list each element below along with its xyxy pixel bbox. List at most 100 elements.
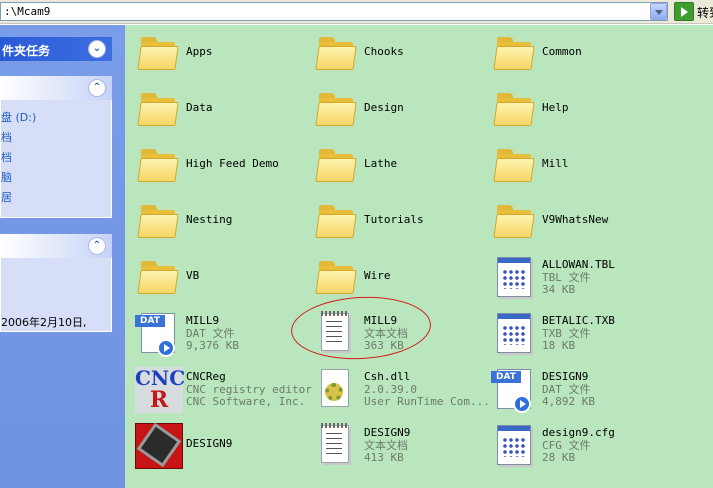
folder-item[interactable]: Design <box>307 83 485 135</box>
file-name: DESIGN9 <box>186 437 233 450</box>
cnc-registry-icon: CNC R <box>133 365 186 413</box>
folder-item[interactable]: Tutorials <box>307 195 485 247</box>
folder-item[interactable]: Chooks <box>307 27 485 79</box>
folder-icon <box>311 253 359 301</box>
panel-header-folder-tasks[interactable]: 件夹任务 ⌄ <box>0 37 112 61</box>
file-size: 363 KB <box>364 339 404 352</box>
file-name: BETALIC.TXB <box>542 314 615 327</box>
file-meta: High Feed Demo <box>186 157 279 171</box>
file-meta: Mill <box>542 157 569 171</box>
file-name: Data <box>186 101 213 114</box>
folder-icon <box>489 141 537 189</box>
folder-icon <box>489 197 537 245</box>
place-link-my-computer[interactable]: 脑 <box>1 168 111 188</box>
folder-item[interactable]: Mill <box>485 139 663 191</box>
cnc-logo-top: CNC <box>135 366 186 390</box>
file-meta: Csh.dll 2.0.39.0 User RunTime Com... <box>364 370 490 409</box>
file-item[interactable]: ALLOWAN.TBL TBL 文件 34 KB <box>485 251 663 303</box>
file-name: ALLOWAN.TBL <box>542 258 615 271</box>
file-name: Csh.dll <box>364 370 411 383</box>
file-name: DESIGN9 <box>364 426 411 439</box>
details-body: 2006年2月10日, <box>0 258 112 332</box>
file-item[interactable]: MILL9 文本文档 363 KB <box>307 307 485 359</box>
folder-icon <box>133 29 181 77</box>
folder-icon <box>311 29 359 77</box>
file-view: Apps Chooks Common Data Design Help High Feed … <box>125 25 713 488</box>
file-name: Wire <box>364 269 391 282</box>
file-name: Lathe <box>364 157 398 170</box>
file-meta: Wire <box>364 269 391 283</box>
folder-icon <box>489 85 537 133</box>
file-name: Common <box>542 45 582 58</box>
file-item[interactable]: CNC R CNCReg CNC registry editor CNC Softwar… <box>129 363 312 415</box>
place-link-documents[interactable]: 档 <box>1 128 111 148</box>
folder-icon <box>311 141 359 189</box>
go-arrow-icon[interactable] <box>674 2 694 21</box>
file-name: Apps <box>186 45 213 58</box>
panel-header-details[interactable]: ⌃ <box>0 234 112 258</box>
file-item[interactable]: DAT DESIGN9 DAT 文件 4,892 KB <box>485 363 663 415</box>
folder-item[interactable]: Apps <box>129 27 307 79</box>
file-name: V9WhatsNew <box>542 213 609 226</box>
folder-item[interactable]: Help <box>485 83 663 135</box>
task-pane: 件夹任务 ⌄ ⌃ 盘 (D:) 档 档 脑 居 ⌃ 2006年2月10日, <box>0 25 125 488</box>
details-date: 2006年2月10日, <box>1 316 87 329</box>
folder-icon <box>133 253 181 301</box>
file-item[interactable]: DAT MILL9 DAT 文件 9,376 KB <box>129 307 307 359</box>
place-link-drive-d[interactable]: 盘 (D:) <box>1 108 111 128</box>
address-input[interactable]: :\Mcam9 <box>0 2 668 21</box>
folder-icon <box>311 85 359 133</box>
file-meta: DESIGN9 文本文档 413 KB <box>364 426 411 465</box>
chevron-double-up-icon[interactable]: ⌃ <box>88 79 106 97</box>
file-name: Mill <box>542 157 569 170</box>
file-meta: Common <box>542 45 582 59</box>
chevron-double-up-icon[interactable]: ⌃ <box>88 237 106 255</box>
file-item[interactable]: DESIGN9 文本文档 413 KB <box>307 419 485 471</box>
place-link-shared-documents[interactable]: 档 <box>1 148 111 168</box>
design9-app-icon <box>133 421 183 469</box>
place-link-network[interactable]: 居 <box>1 188 111 208</box>
chevron-double-down-icon[interactable]: ⌄ <box>88 40 106 58</box>
file-item[interactable]: DESIGN9 <box>129 419 307 471</box>
file-size: 413 KB <box>364 451 404 464</box>
file-item[interactable]: BETALIC.TXB TXB 文件 18 KB <box>485 307 663 359</box>
go-button-label[interactable]: 转到 <box>697 4 713 21</box>
folder-icon <box>133 197 181 245</box>
file-meta: ALLOWAN.TBL TBL 文件 34 KB <box>542 258 615 297</box>
file-item[interactable]: design9.cfg CFG 文件 28 KB <box>485 419 663 471</box>
folder-item[interactable]: VB <box>129 251 307 303</box>
file-size: 9,376 KB <box>186 339 239 352</box>
text-document-icon <box>311 421 359 469</box>
file-meta: DESIGN9 DAT 文件 4,892 KB <box>542 370 595 409</box>
file-name: MILL9 <box>186 314 220 327</box>
chevron-down-icon[interactable] <box>650 3 667 20</box>
folder-item[interactable]: Nesting <box>129 195 307 247</box>
file-name: CNCReg <box>186 370 226 383</box>
file-meta: MILL9 DAT 文件 9,376 KB <box>186 314 239 353</box>
address-bar: :\Mcam9 转到 <box>0 0 713 24</box>
file-item[interactable]: Csh.dll 2.0.39.0 User RunTime Com... <box>307 363 490 415</box>
file-size: User RunTime Com... <box>364 395 490 408</box>
file-meta: MILL9 文本文档 363 KB <box>364 314 408 353</box>
folder-item[interactable]: Common <box>485 27 663 79</box>
folder-item[interactable]: V9WhatsNew <box>485 195 663 247</box>
file-window-icon <box>489 421 537 469</box>
file-name: Nesting <box>186 213 233 226</box>
panel-header-other-places[interactable]: ⌃ <box>0 76 112 100</box>
file-meta: Tutorials <box>364 213 424 227</box>
file-meta: VB <box>186 269 199 283</box>
file-size: 18 KB <box>542 339 576 352</box>
file-name: DESIGN9 <box>542 370 589 383</box>
dll-gear-icon <box>311 365 359 413</box>
folder-item[interactable]: Lathe <box>307 139 485 191</box>
file-meta: Lathe <box>364 157 398 171</box>
file-name: Design <box>364 101 404 114</box>
text-document-icon <box>311 309 359 357</box>
file-meta: Chooks <box>364 45 404 59</box>
file-meta: CNCReg CNC registry editor CNC Software, I… <box>186 370 312 409</box>
file-window-icon <box>489 309 537 357</box>
folder-item[interactable]: Data <box>129 83 307 135</box>
file-size: 28 KB <box>542 451 576 464</box>
folder-item[interactable]: High Feed Demo <box>129 139 307 191</box>
folder-item[interactable]: Wire <box>307 251 485 303</box>
